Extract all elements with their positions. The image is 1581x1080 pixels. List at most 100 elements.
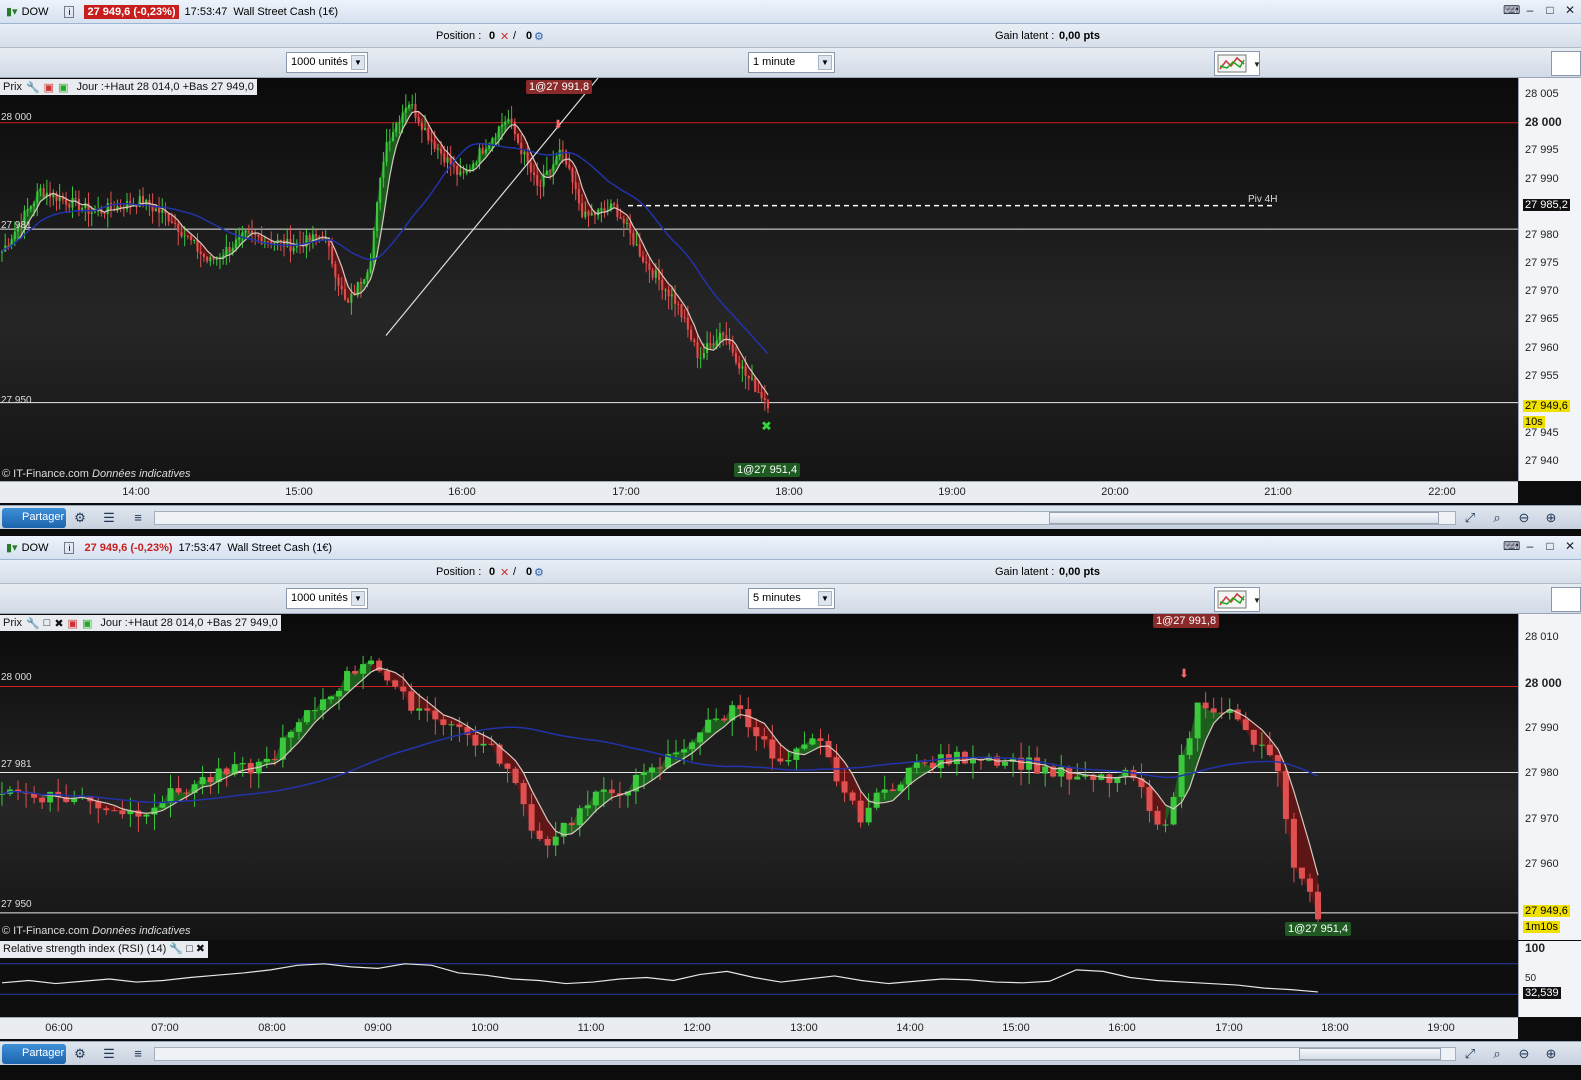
gain-label: Gain latent : <box>995 30 1055 42</box>
minimize-button[interactable]: – <box>1523 539 1537 553</box>
zoom-out-icon[interactable]: ⊖ <box>1516 510 1532 526</box>
close-position-icon[interactable]: ✕ <box>500 30 509 43</box>
candle-body <box>1282 771 1289 819</box>
interval-select-value: 1 minute <box>753 56 796 68</box>
drawing-tools-icon[interactable]: ⚙ <box>72 510 88 526</box>
candle-body <box>1315 891 1321 920</box>
wrench-icon[interactable]: 🔧 <box>26 617 40 630</box>
price-axis[interactable]: 28 010 28 000 27 990 27 980 27 970 27 96… <box>1518 614 1581 940</box>
share-button[interactable]: Partager <box>2 1044 66 1064</box>
close-position-icon[interactable]: ✕ <box>500 566 509 579</box>
refresh-icon[interactable] <box>1551 51 1581 76</box>
price-chart-5min[interactable]: ⬇ Prix 🔧 □ ✖ ▣ ▣ Jour :+Haut 28 014,0 +B… <box>0 614 1518 940</box>
list-icon[interactable]: ☰ <box>101 510 117 526</box>
info-icon[interactable]: i <box>64 5 75 18</box>
candle-body <box>865 807 872 823</box>
candle-body <box>638 244 641 257</box>
horizontal-scrollbar[interactable] <box>154 1047 1456 1061</box>
keyboard-icon[interactable]: ⌨ <box>1503 3 1520 17</box>
trade-tag-buy[interactable]: 1@27 951,4 <box>1285 922 1352 936</box>
chevron-down-icon[interactable]: ▼ <box>818 55 832 70</box>
position-value-2: 0 <box>526 30 533 42</box>
candle-body <box>247 230 250 232</box>
time-axis[interactable]: 14:00 15:00 16:00 17:00 18:00 19:00 20:0… <box>0 481 1518 503</box>
list-icon[interactable]: ☰ <box>101 1046 117 1062</box>
chart-type-icon[interactable]: ▮▾ <box>6 5 18 18</box>
layers-icon[interactable]: ≡ <box>130 510 146 526</box>
units-select[interactable]: 1000 unités ▼ <box>286 52 368 73</box>
candle-body <box>696 342 699 358</box>
drawing-tools-icon[interactable]: ⚙ <box>72 1046 88 1062</box>
settings-gear-icon[interactable]: ⚙ <box>534 30 544 43</box>
close-button[interactable]: ✕ <box>1563 3 1577 17</box>
candle-body <box>690 329 693 340</box>
rsi-header: Relative strength index (RSI) (14) 🔧 □ ✖ <box>0 941 208 958</box>
zoom-auto-icon[interactable]: ⤢ <box>1462 1046 1478 1062</box>
info-icon[interactable]: i <box>64 541 75 554</box>
zoom-in-icon[interactable]: ⊕ <box>1543 1046 1559 1062</box>
price-axis[interactable]: 28 005 28 000 27 995 27 990 27 985,2 27 … <box>1518 78 1581 481</box>
keyboard-icon[interactable]: ⌨ <box>1503 539 1520 553</box>
zoom-auto-icon[interactable]: ⤢ <box>1462 510 1478 526</box>
wrench-icon[interactable]: 🔧 <box>26 81 40 94</box>
close-button[interactable]: ✕ <box>1563 539 1577 553</box>
add-indicator-button[interactable]: ▼ <box>1214 51 1261 76</box>
refresh-icon[interactable] <box>1551 587 1581 612</box>
horizontal-scrollbar[interactable] <box>154 511 1456 525</box>
price-chart-1min[interactable]: ⬇ ✖ Prix 🔧 ▣ ▣ Jour :+Haut 28 014,0 +Bas … <box>0 78 1518 481</box>
chevron-down-icon[interactable]: ▼ <box>351 591 365 606</box>
remove-icon[interactable]: ▣ <box>68 617 78 630</box>
chevron-down-icon[interactable]: ▼ <box>818 591 832 606</box>
symbol-label[interactable]: DOW <box>22 6 49 18</box>
trade-tag-sell[interactable]: 1@27 991,8 <box>526 80 593 94</box>
up-arrow-icon[interactable]: ▣ <box>58 81 68 94</box>
candle-body <box>459 171 462 176</box>
hide-icon[interactable]: □ <box>186 943 193 955</box>
hide-icon[interactable]: □ <box>44 617 51 629</box>
candle-body <box>151 206 154 212</box>
units-select[interactable]: 1000 unités ▼ <box>286 588 368 609</box>
time-axis[interactable]: 06:00 07:00 08:00 09:00 10:00 11:00 12:0… <box>0 1017 1518 1039</box>
maximize-button[interactable]: □ <box>1543 3 1557 17</box>
zoom-out-icon[interactable]: ⊖ <box>1516 1046 1532 1062</box>
sell-arrow-icon: ⬇ <box>1179 666 1189 680</box>
symbol-label[interactable]: DOW <box>22 542 49 554</box>
close-indicator-icon[interactable]: ✖ <box>196 943 205 955</box>
candle-body <box>657 767 663 769</box>
candle-body <box>257 234 260 237</box>
close-overlay-icon[interactable]: ✖ <box>54 617 63 630</box>
gain-label: Gain latent : <box>995 566 1055 578</box>
candle-body <box>174 222 177 224</box>
zoom-in-icon[interactable]: ⊕ <box>1543 510 1559 526</box>
candle-body <box>158 208 161 213</box>
copyright: © IT-Finance.com Données indicatives <box>2 925 190 937</box>
candle-body <box>686 317 689 330</box>
rsi-pane[interactable]: Relative strength index (RSI) (14) 🔧 □ ✖ <box>0 941 1518 1017</box>
chart-type-icon[interactable]: ▮▾ <box>6 541 18 554</box>
zoom-fit-icon[interactable]: ⌕ <box>1489 1046 1505 1062</box>
trade-tag-buy[interactable]: 1@27 951,4 <box>734 463 801 477</box>
interval-select[interactable]: 1 minute ▼ <box>748 52 835 73</box>
zoom-fit-icon[interactable]: ⌕ <box>1489 510 1505 526</box>
candle-body <box>517 134 520 143</box>
minimize-button[interactable]: – <box>1523 3 1537 17</box>
candle-body <box>600 208 603 210</box>
layers-icon[interactable]: ≡ <box>130 1046 146 1062</box>
candle-body <box>263 758 270 762</box>
candle-body <box>416 708 423 711</box>
scrollbar-thumb[interactable] <box>1049 512 1439 524</box>
maximize-button[interactable]: □ <box>1543 539 1557 553</box>
rsi-axis[interactable]: 100 50 32,539 <box>1518 941 1581 1017</box>
interval-select[interactable]: 5 minutes ▼ <box>748 588 835 609</box>
add-indicator-button[interactable]: ▼ <box>1214 587 1261 612</box>
candle-body <box>654 270 657 278</box>
trade-tag-sell[interactable]: 1@27 991,8 <box>1153 614 1220 628</box>
wrench-icon[interactable]: 🔧 <box>169 943 183 955</box>
candle-body <box>287 731 294 738</box>
settings-gear-icon[interactable]: ⚙ <box>534 566 544 579</box>
chevron-down-icon[interactable]: ▼ <box>351 55 365 70</box>
remove-icon[interactable]: ▣ <box>44 81 54 94</box>
up-arrow-icon[interactable]: ▣ <box>82 617 92 630</box>
scrollbar-thumb[interactable] <box>1299 1048 1441 1060</box>
share-button[interactable]: Partager <box>2 508 66 528</box>
